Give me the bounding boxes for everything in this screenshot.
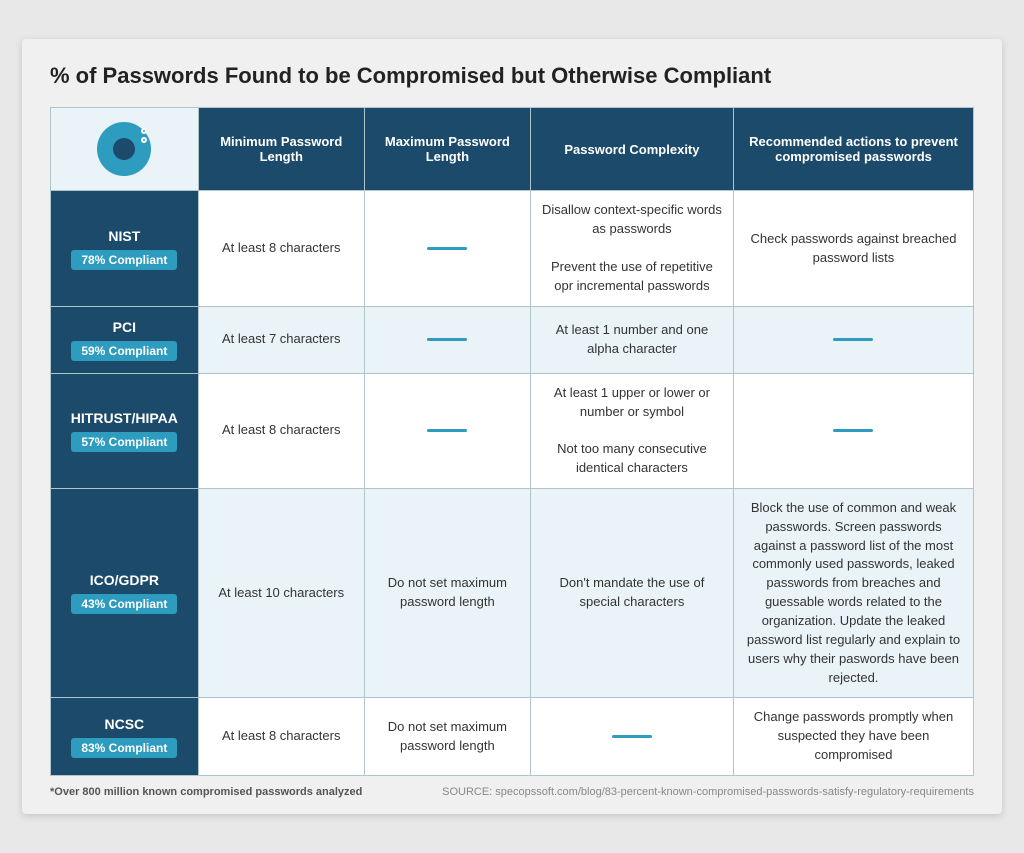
recommended-pci xyxy=(733,306,973,373)
footer: *Over 800 million known compromised pass… xyxy=(50,786,974,798)
header-max-length: Maximum Password Length xyxy=(364,108,530,191)
logo-area xyxy=(61,122,188,176)
standard-name-ico: ICO/GDPR xyxy=(59,572,190,588)
header-icon-cell xyxy=(51,108,199,191)
footer-left: *Over 800 million known compromised pass… xyxy=(50,786,362,798)
compliance-badge-hitrust: 57% Compliant xyxy=(71,432,177,452)
dash-pci-max xyxy=(427,338,467,341)
dash-hitrust-rec xyxy=(833,429,873,432)
row-label-pci: PCI 59% Compliant xyxy=(51,306,199,373)
logo-icon xyxy=(97,122,151,176)
standard-name-hitrust: HITRUST/HIPAA xyxy=(59,410,190,426)
complexity-nist: Disallow context-specific words as passw… xyxy=(530,191,733,306)
row-label-ico: ICO/GDPR 43% Compliant xyxy=(51,488,199,697)
dash-nist-max xyxy=(427,247,467,250)
min-length-nist: At least 8 characters xyxy=(198,191,364,306)
compliance-badge-ncsc: 83% Compliant xyxy=(71,738,177,758)
header-min-length: Minimum Password Length xyxy=(198,108,364,191)
dash-ncsc-comp xyxy=(612,735,652,738)
max-length-pci xyxy=(364,306,530,373)
row-label-nist: NIST 78% Compliant xyxy=(51,191,199,306)
recommended-hitrust xyxy=(733,373,973,488)
standard-name-pci: PCI xyxy=(59,319,190,335)
recommended-ico: Block the use of common and weak passwor… xyxy=(733,488,973,697)
min-length-pci: At least 7 characters xyxy=(198,306,364,373)
standard-name-ncsc: NCSC xyxy=(59,716,190,732)
complexity-ico: Don't mandate the use of special charact… xyxy=(530,488,733,697)
recommended-nist: Check passwords against breached passwor… xyxy=(733,191,973,306)
complexity-ncsc xyxy=(530,698,733,776)
comparison-table: Minimum Password Length Maximum Password… xyxy=(50,107,974,775)
max-length-hitrust xyxy=(364,373,530,488)
dash-hitrust-max xyxy=(427,429,467,432)
max-length-ico: Do not set maximum password length xyxy=(364,488,530,697)
complexity-hitrust: At least 1 upper or lower or number or s… xyxy=(530,373,733,488)
complexity-pci: At least 1 number and one alpha characte… xyxy=(530,306,733,373)
compliance-badge-nist: 78% Compliant xyxy=(71,250,177,270)
min-length-ico: At least 10 characters xyxy=(198,488,364,697)
standard-name-nist: NIST xyxy=(59,228,190,244)
recommended-ncsc: Change passwords promptly when suspected… xyxy=(733,698,973,776)
page-title: % of Passwords Found to be Compromised b… xyxy=(50,63,974,89)
row-label-hitrust: HITRUST/HIPAA 57% Compliant xyxy=(51,373,199,488)
row-label-ncsc: NCSC 83% Compliant xyxy=(51,698,199,776)
main-card: % of Passwords Found to be Compromised b… xyxy=(22,39,1002,814)
max-length-nist xyxy=(364,191,530,306)
header-complexity: Password Complexity xyxy=(530,108,733,191)
compliance-badge-ico: 43% Compliant xyxy=(71,594,177,614)
min-length-hitrust: At least 8 characters xyxy=(198,373,364,488)
compliance-badge-pci: 59% Compliant xyxy=(71,341,177,361)
dash-pci-rec xyxy=(833,338,873,341)
max-length-ncsc: Do not set maximum password length xyxy=(364,698,530,776)
header-recommended: Recommended actions to prevent compromis… xyxy=(733,108,973,191)
footer-right: SOURCE: specopssoft.com/blog/83-percent-… xyxy=(442,786,974,798)
min-length-ncsc: At least 8 characters xyxy=(198,698,364,776)
